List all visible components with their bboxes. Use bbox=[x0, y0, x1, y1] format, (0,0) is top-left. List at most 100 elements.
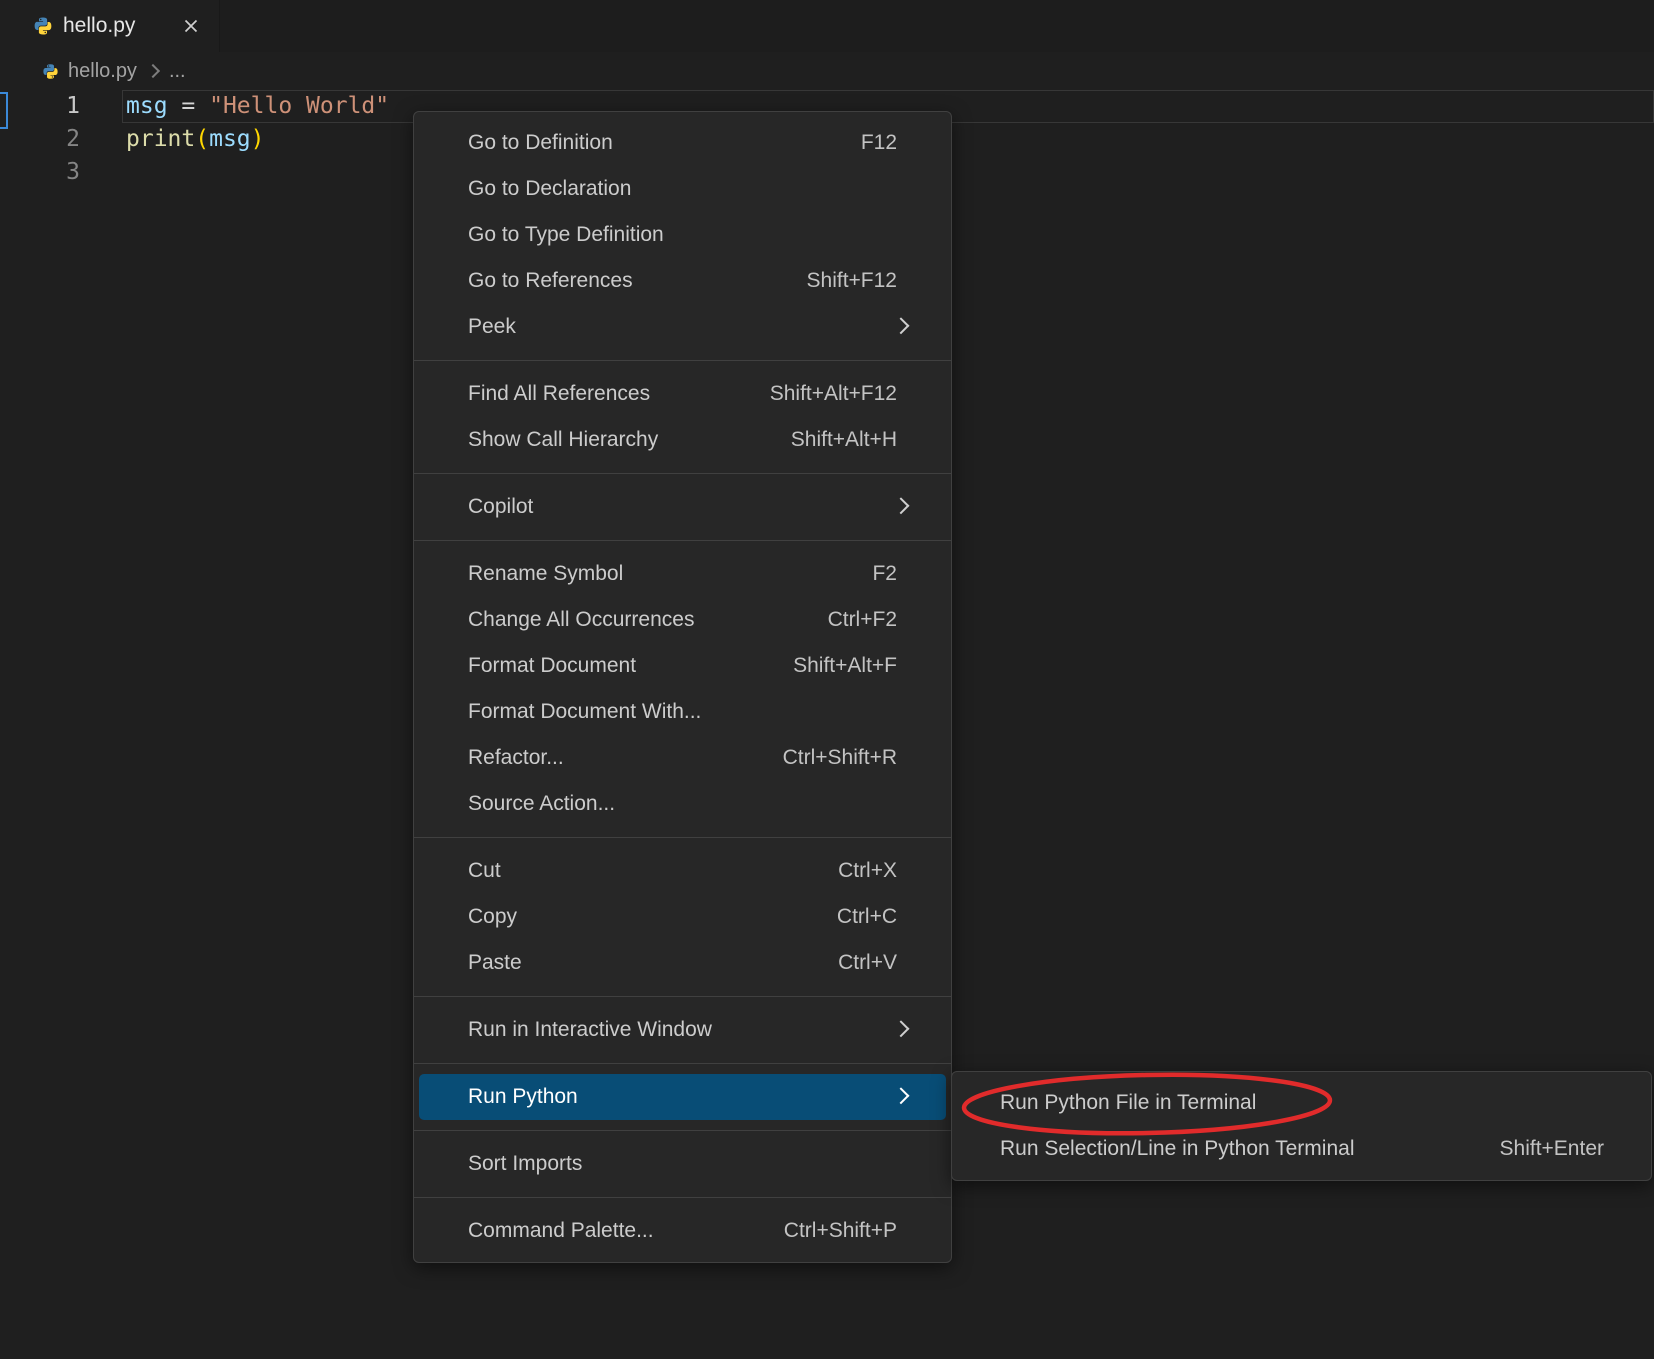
menu-item-command-palette[interactable]: Command Palette... Ctrl+Shift+P bbox=[414, 1208, 951, 1254]
chevron-right-icon bbox=[893, 497, 910, 514]
menu-item-show-call-hierarchy[interactable]: Show Call Hierarchy Shift+Alt+H bbox=[414, 417, 951, 463]
menu-item-shortcut: Ctrl+V bbox=[838, 951, 951, 975]
menu-separator bbox=[414, 360, 951, 361]
chevron-right-icon bbox=[893, 1087, 910, 1104]
code-token: msg bbox=[209, 126, 251, 152]
left-edge-blue-fragment bbox=[0, 92, 8, 129]
menu-item-shortcut: Ctrl+F2 bbox=[828, 608, 951, 632]
menu-item-sort-imports[interactable]: Sort Imports bbox=[414, 1141, 951, 1187]
menu-item-rename-symbol[interactable]: Rename Symbol F2 bbox=[414, 551, 951, 597]
menu-item-label: Show Call Hierarchy bbox=[414, 428, 658, 452]
menu-item-label: Cut bbox=[414, 859, 501, 883]
tab-label: hello.py bbox=[63, 14, 135, 38]
menu-item-shortcut: Ctrl+Shift+P bbox=[784, 1219, 951, 1243]
menu-item-label: Go to References bbox=[414, 269, 633, 293]
menu-item-label: Copilot bbox=[414, 495, 533, 519]
menu-item-label: Peek bbox=[414, 315, 516, 339]
menu-item-label: Go to Type Definition bbox=[414, 223, 664, 247]
menu-item-label: Paste bbox=[414, 951, 522, 975]
menu-item-label: Format Document With... bbox=[414, 700, 701, 724]
code-token: msg bbox=[126, 93, 168, 119]
line-number-gutter: 123 bbox=[0, 90, 80, 189]
menu-item-shortcut: F2 bbox=[872, 562, 951, 586]
menu-item-shortcut: Shift+F12 bbox=[807, 269, 951, 293]
python-icon bbox=[33, 16, 53, 36]
menu-separator bbox=[414, 1130, 951, 1131]
menu-item-go-to-declaration[interactable]: Go to Declaration bbox=[414, 166, 951, 212]
menu-item-shortcut: Shift+Alt+H bbox=[791, 428, 951, 452]
menu-item-run-in-interactive-window[interactable]: Run in Interactive Window bbox=[414, 1007, 951, 1053]
code-token: print bbox=[126, 126, 195, 152]
menu-item-shortcut: Shift+Alt+F bbox=[793, 654, 951, 678]
menu-item-refactor[interactable]: Refactor... Ctrl+Shift+R bbox=[414, 735, 951, 781]
menu-separator bbox=[414, 996, 951, 997]
menu-item-label: Find All References bbox=[414, 382, 650, 406]
menu-item-label: Format Document bbox=[414, 654, 636, 678]
chevron-right-icon bbox=[893, 317, 910, 334]
menu-item-label: Command Palette... bbox=[414, 1219, 654, 1243]
menu-item-label: Refactor... bbox=[414, 746, 564, 770]
line-number[interactable]: 3 bbox=[0, 156, 80, 189]
chevron-right-icon bbox=[893, 1020, 910, 1037]
chevron-right-icon bbox=[146, 64, 160, 78]
breadcrumb[interactable]: hello.py ... bbox=[0, 52, 186, 90]
menu-item-shortcut: Ctrl+X bbox=[838, 859, 951, 883]
code-line[interactable]: msg = "Hello World" bbox=[126, 90, 389, 123]
menu-item-shortcut: F12 bbox=[861, 131, 951, 155]
python-icon bbox=[42, 63, 59, 80]
menu-item-go-to-definition[interactable]: Go to Definition F12 bbox=[414, 120, 951, 166]
code-line[interactable]: print(msg) bbox=[126, 123, 389, 156]
menu-item-label: Run in Interactive Window bbox=[414, 1018, 712, 1042]
code-token: = bbox=[168, 93, 210, 119]
menu-item-paste[interactable]: Paste Ctrl+V bbox=[414, 940, 951, 986]
menu-item-run-python[interactable]: Run Python bbox=[419, 1074, 946, 1120]
menu-item-label: Go to Definition bbox=[414, 131, 613, 155]
context-menu: Go to Definition F12 Go to Declaration Go t… bbox=[413, 111, 952, 1263]
menu-item-label: Run Python bbox=[419, 1085, 578, 1109]
breadcrumb-ellipsis[interactable]: ... bbox=[169, 60, 186, 83]
close-icon[interactable] bbox=[179, 14, 203, 38]
menu-item-change-all-occurrences[interactable]: Change All Occurrences Ctrl+F2 bbox=[414, 597, 951, 643]
menu-item-shortcut: Shift+Alt+F12 bbox=[770, 382, 951, 406]
menu-item-label: Rename Symbol bbox=[414, 562, 623, 586]
menu-item-run-selection-line-in-python-terminal[interactable]: Run Selection/Line in Python Terminal Shi… bbox=[952, 1126, 1651, 1172]
code-token: ) bbox=[251, 126, 265, 152]
menu-separator bbox=[414, 1197, 951, 1198]
menu-item-label: Copy bbox=[414, 905, 517, 929]
menu-item-copilot[interactable]: Copilot bbox=[414, 484, 951, 530]
menu-item-shortcut: Ctrl+Shift+R bbox=[783, 746, 951, 770]
menu-item-label: Sort Imports bbox=[414, 1152, 582, 1176]
menu-item-label: Go to Declaration bbox=[414, 177, 631, 201]
code-token: ( bbox=[195, 126, 209, 152]
menu-separator bbox=[414, 1063, 951, 1064]
line-number[interactable]: 1 bbox=[0, 90, 80, 123]
menu-item-format-document-with[interactable]: Format Document With... bbox=[414, 689, 951, 735]
menu-item-go-to-references[interactable]: Go to References Shift+F12 bbox=[414, 258, 951, 304]
menu-item-cut[interactable]: Cut Ctrl+X bbox=[414, 848, 951, 894]
code-token: "Hello World" bbox=[209, 93, 389, 119]
tab-bar: hello.py bbox=[0, 0, 1654, 52]
code-line[interactable] bbox=[126, 156, 389, 189]
menu-item-peek[interactable]: Peek bbox=[414, 304, 951, 350]
menu-item-shortcut: Ctrl+C bbox=[837, 905, 951, 929]
menu-item-source-action[interactable]: Source Action... bbox=[414, 781, 951, 827]
menu-item-find-all-references[interactable]: Find All References Shift+Alt+F12 bbox=[414, 371, 951, 417]
menu-item-go-to-type-definition[interactable]: Go to Type Definition bbox=[414, 212, 951, 258]
menu-item-label: Run Python File in Terminal bbox=[952, 1091, 1256, 1115]
menu-item-label: Source Action... bbox=[414, 792, 615, 816]
menu-item-format-document[interactable]: Format Document Shift+Alt+F bbox=[414, 643, 951, 689]
menu-item-run-python-file-in-terminal[interactable]: Run Python File in Terminal bbox=[952, 1080, 1651, 1126]
breadcrumb-file-label[interactable]: hello.py bbox=[68, 60, 137, 83]
menu-separator bbox=[414, 473, 951, 474]
menu-item-shortcut: Shift+Enter bbox=[1500, 1137, 1651, 1161]
vscode-window: { "tab_bar": { "tab": { "title": "hello.… bbox=[0, 0, 1654, 1359]
menu-separator bbox=[414, 837, 951, 838]
tab-hello-py[interactable]: hello.py bbox=[0, 0, 220, 52]
menu-item-label: Change All Occurrences bbox=[414, 608, 694, 632]
menu-item-copy[interactable]: Copy Ctrl+C bbox=[414, 894, 951, 940]
menu-item-label: Run Selection/Line in Python Terminal bbox=[952, 1137, 1355, 1161]
code-area[interactable]: msg = "Hello World"print(msg) bbox=[126, 90, 389, 189]
run-python-submenu: Run Python File in Terminal Run Selection… bbox=[951, 1071, 1652, 1181]
line-number[interactable]: 2 bbox=[0, 123, 80, 156]
menu-separator bbox=[414, 540, 951, 541]
